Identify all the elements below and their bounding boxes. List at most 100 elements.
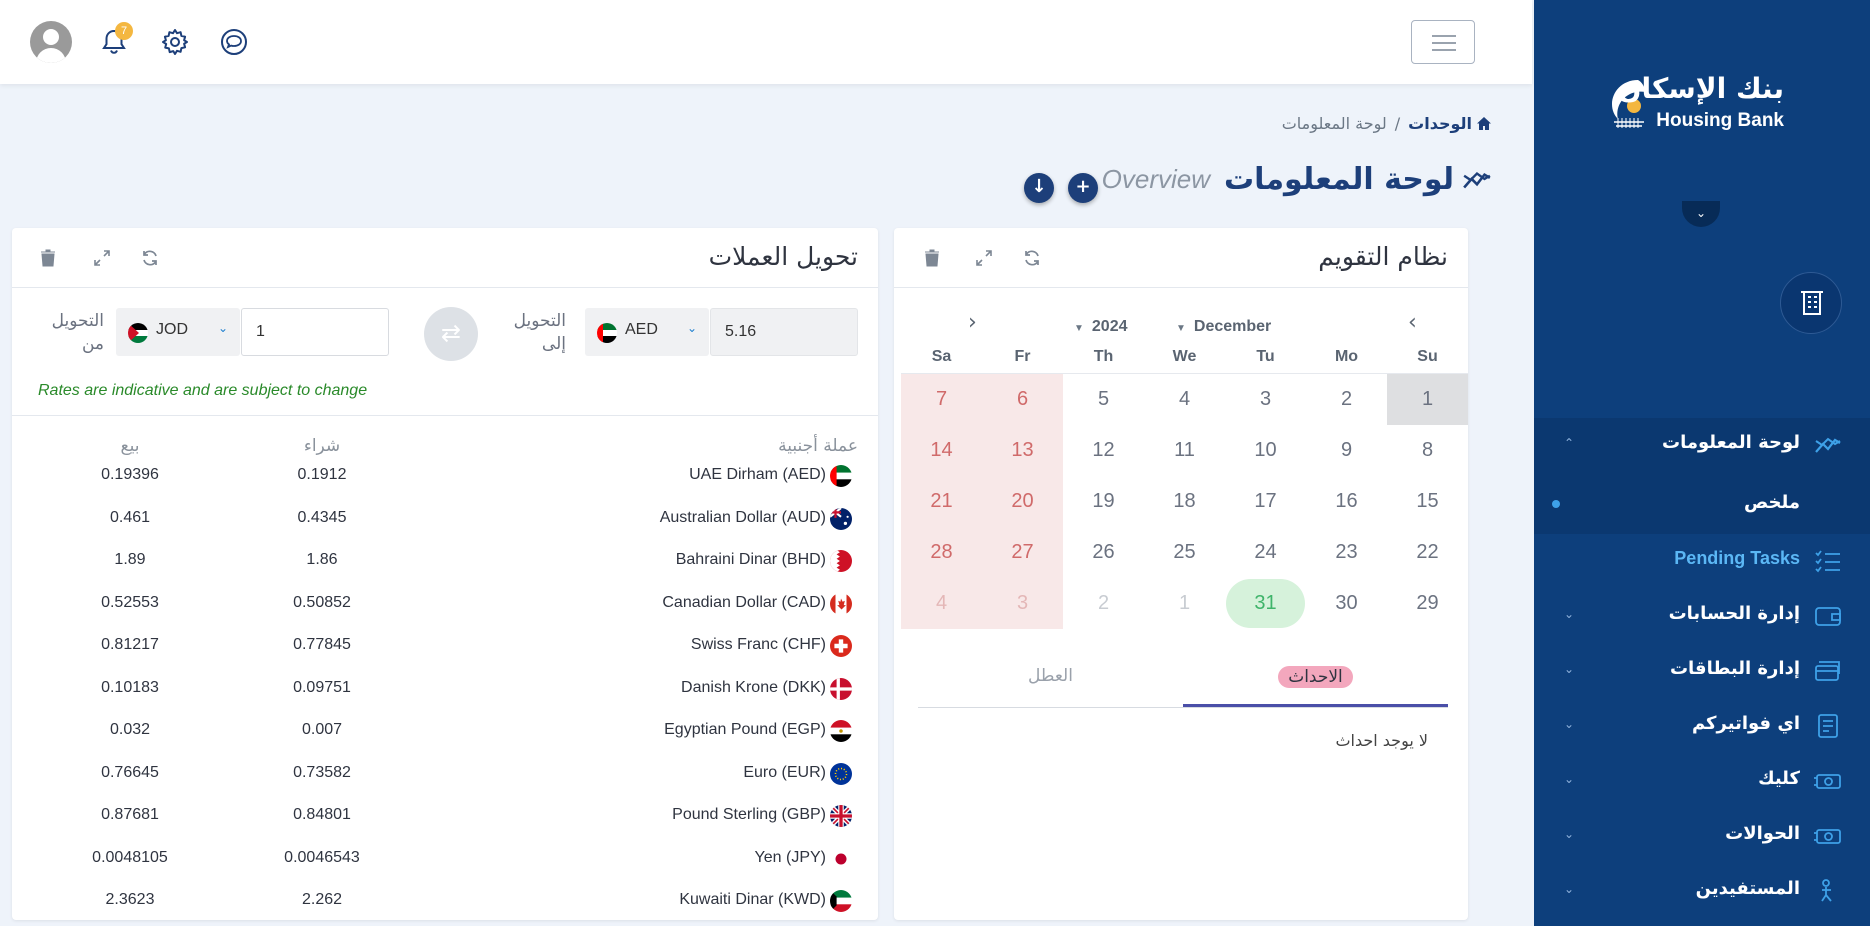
chevron-down-icon: ⌄ [1564, 717, 1575, 731]
calendar-day[interactable]: 20 [982, 476, 1063, 527]
prev-month-arrow-icon[interactable]: ‹ [1408, 310, 1417, 335]
calendar-day[interactable]: 11 [1144, 425, 1225, 476]
calendar-day[interactable]: 17 [1225, 476, 1306, 527]
to-currency-code: AED [625, 321, 658, 338]
home-icon [1477, 117, 1491, 130]
calendar-day[interactable]: 22 [1387, 527, 1468, 578]
calendar-day[interactable]: 29 [1387, 578, 1468, 629]
sell-rate: 0.87681 [101, 806, 159, 823]
table-row: UAE Dirham (AED) 0.1912 0.19396 [12, 465, 878, 508]
calendar-day[interactable]: 2 [1306, 374, 1387, 425]
calendar-day[interactable]: 1 [1387, 374, 1468, 425]
calendar-day[interactable]: 2 [1063, 578, 1144, 629]
cash-icon [1814, 774, 1841, 789]
download-button[interactable]: ↓ [1024, 173, 1054, 203]
expand-icon[interactable] [92, 248, 112, 268]
calendar-day[interactable]: 9 [1306, 425, 1387, 476]
swap-currencies-button[interactable]: ⇄ [424, 307, 478, 361]
calendar-day[interactable]: 1 [1144, 578, 1225, 629]
calendar-day[interactable]: 15 [1387, 476, 1468, 527]
year-select[interactable]: ▼ 2024 [1074, 318, 1128, 336]
calendar-day[interactable]: 27 [982, 527, 1063, 578]
calendar-day[interactable]: 21 [901, 476, 982, 527]
calendar-day[interactable]: 5 [1063, 374, 1144, 425]
calendar-day[interactable]: 18 [1144, 476, 1225, 527]
sidebar-item-label: إدارة الحسابات [1668, 603, 1800, 624]
calendar-day[interactable]: 13 [982, 425, 1063, 476]
sidebar: بنك الإسكان Housing Bank ⌄ لوحة المعلوما… [1534, 0, 1870, 926]
calendar-day[interactable]: 25 [1144, 527, 1225, 578]
menu-toggle-button[interactable] [1411, 20, 1475, 64]
chevron-down-icon: ⌄ [217, 321, 228, 335]
sidebar-item-pending-tasks[interactable]: Pending Tasks [1534, 534, 1870, 589]
chat-icon[interactable] [218, 26, 250, 58]
tab-events[interactable]: الاحداث [1183, 662, 1448, 707]
currency-name: UAE Dirham (AED) [689, 466, 826, 483]
calendar-day[interactable]: 12 [1063, 425, 1144, 476]
table-row: Danish Krone (DKK) 0.09751 0.10183 [12, 678, 878, 721]
calendar-days-of-week: Su Mo Tu We Th Fr Sa [898, 340, 1468, 374]
branch-selector-button[interactable] [1780, 272, 1842, 334]
buy-rate: 2.262 [301, 891, 343, 908]
tab-holidays[interactable]: العطل [918, 662, 1183, 707]
trash-icon[interactable] [922, 248, 942, 268]
breadcrumb: الوحدات / لوحة المعلومات [1282, 114, 1492, 133]
calendar-day[interactable]: 19 [1063, 476, 1144, 527]
sidebar-item-cliq[interactable]: كليك ⌄ [1534, 754, 1870, 809]
sidebar-item-summary[interactable]: ملخص [1534, 474, 1870, 534]
user-avatar[interactable] [30, 21, 72, 63]
sidebar-item-efawateercom[interactable]: اي فواتيركم ⌄ [1534, 699, 1870, 754]
calendar-day[interactable]: 14 [901, 425, 982, 476]
day-of-week-label: Su [1387, 340, 1468, 374]
add-widget-button[interactable]: + [1068, 173, 1098, 203]
active-dot-icon [1552, 500, 1560, 508]
calendar-day[interactable]: 28 [901, 527, 982, 578]
calendar-day[interactable]: 3 [1225, 374, 1306, 425]
calendar-day-today[interactable]: 31 [1225, 578, 1306, 629]
sell-rate: 0.81217 [101, 636, 159, 653]
sidebar-item-dashboard[interactable]: لوحة المعلومات ⌃ [1534, 418, 1870, 474]
from-amount-field[interactable]: 1 [241, 308, 389, 356]
table-row: Pound Sterling (GBP) 0.84801 0.87681 [12, 805, 878, 848]
buy-rate: 0.73582 [293, 764, 351, 781]
next-month-arrow-icon[interactable]: › [968, 310, 977, 335]
sidebar-collapse-button[interactable]: ⌄ [1682, 201, 1720, 227]
calendar-day[interactable]: 6 [982, 374, 1063, 425]
calendar-day[interactable]: 4 [1144, 374, 1225, 425]
sidebar-item-transfers[interactable]: الحوالات ⌄ [1534, 809, 1870, 864]
to-amount-field[interactable]: 5.16 [710, 308, 858, 356]
refresh-icon[interactable] [140, 248, 160, 268]
calendar-day[interactable]: 10 [1225, 425, 1306, 476]
calendar-week: 15 16 17 18 19 20 21 [898, 476, 1468, 527]
trash-icon[interactable] [38, 248, 58, 268]
from-currency-select[interactable]: JOD ⌄ [116, 308, 240, 356]
sidebar-item-cards[interactable]: إدارة البطاقات ⌄ [1534, 644, 1870, 699]
calendar-day[interactable]: 26 [1063, 527, 1144, 578]
sidebar-item-accounts[interactable]: إدارة الحسابات ⌄ [1534, 589, 1870, 644]
currency-name: Kuwaiti Dinar (KWD) [679, 891, 826, 908]
table-row: Bahraini Dinar (BHD) 1.86 1.89 [12, 550, 878, 593]
breadcrumb-home-link[interactable]: الوحدات [1408, 114, 1492, 133]
calendar-day[interactable]: 24 [1225, 527, 1306, 578]
sell-rate: 0.19396 [101, 466, 159, 483]
gear-icon[interactable] [159, 26, 191, 58]
chevron-down-icon: ⌄ [1564, 827, 1575, 841]
refresh-icon[interactable] [1022, 248, 1042, 268]
month-select[interactable]: ▼ December [1176, 318, 1271, 336]
table-row: Canadian Dollar (CAD) 0.50852 0.52553 [12, 593, 878, 636]
sidebar-item-label: اي فواتيركم [1691, 713, 1800, 734]
expand-icon[interactable] [974, 248, 994, 268]
calendar-day[interactable]: 16 [1306, 476, 1387, 527]
calendar-day[interactable]: 3 [982, 578, 1063, 629]
calendar-day[interactable]: 7 [901, 374, 982, 425]
calendar-day[interactable]: 4 [901, 578, 982, 629]
housing-bank-logo[interactable]: بنك الإسكان Housing Bank [1604, 72, 1824, 142]
calendar-day[interactable]: 8 [1387, 425, 1468, 476]
sidebar-item-beneficiaries[interactable]: المستفيدين ⌄ [1534, 864, 1870, 919]
calendar-day[interactable]: 30 [1306, 578, 1387, 629]
transfer-icon [1814, 829, 1841, 844]
calendar-day[interactable]: 23 [1306, 527, 1387, 578]
to-currency-select[interactable]: AED ⌄ [585, 308, 709, 356]
currency-name: Australian Dollar (AUD) [659, 509, 826, 526]
calendar-title: نظام التقويم [1318, 242, 1448, 271]
